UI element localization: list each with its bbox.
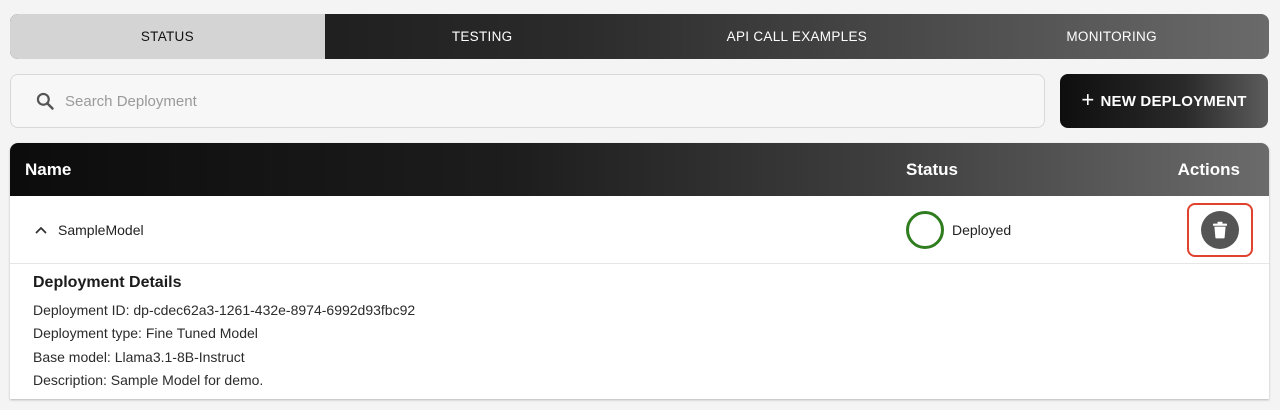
tab-bar: STATUS TESTING API CALL EXAMPLES MONITOR…	[10, 14, 1269, 59]
tab-testing[interactable]: TESTING	[325, 14, 640, 59]
new-deployment-label: NEW DEPLOYMENT	[1100, 92, 1247, 110]
table-header: Name Status Actions	[10, 143, 1269, 196]
trash-icon	[1213, 221, 1227, 239]
deployment-details-panel: Deployment Details Deployment ID: dp-cde…	[10, 264, 1269, 399]
row-name-cell: SampleModel	[34, 196, 144, 264]
status-text: Deployed	[952, 222, 1012, 238]
column-header-actions: Actions	[1177, 159, 1240, 179]
status-ring-icon	[906, 211, 944, 249]
tab-monitoring[interactable]: MONITORING	[954, 14, 1269, 59]
delete-button[interactable]	[1201, 211, 1239, 249]
chevron-up-icon[interactable]	[34, 223, 48, 237]
search-icon	[36, 92, 54, 110]
deployment-type: Deployment type: Fine Tuned Model	[33, 325, 258, 342]
plus-icon: +	[1081, 87, 1095, 112]
base-model: Base model: Llama3.1-8B-Instruct	[33, 348, 245, 365]
status-cell: Deployed	[906, 210, 1011, 250]
column-header-name: Name	[25, 159, 72, 179]
search-bar[interactable]	[10, 74, 1045, 128]
deployments-table: Name Status Actions SampleModel Deployed	[10, 143, 1269, 399]
tab-status[interactable]: STATUS	[10, 14, 325, 59]
details-title: Deployment Details	[33, 274, 182, 291]
column-header-status: Status	[906, 159, 958, 179]
description: Description: Sample Model for demo.	[33, 371, 264, 388]
search-input[interactable]	[65, 92, 1044, 110]
deployment-name: SampleModel	[58, 222, 144, 238]
actions-cell	[1187, 203, 1253, 257]
new-deployment-button[interactable]: + NEW DEPLOYMENT	[1060, 74, 1268, 128]
deployments-page: STATUS TESTING API CALL EXAMPLES MONITOR…	[0, 0, 1280, 410]
table-row: SampleModel Deployed	[10, 196, 1269, 264]
tab-api-call-examples[interactable]: API CALL EXAMPLES	[640, 14, 955, 59]
deployment-id: Deployment ID: dp-cdec62a3-1261-432e-897…	[33, 302, 416, 318]
